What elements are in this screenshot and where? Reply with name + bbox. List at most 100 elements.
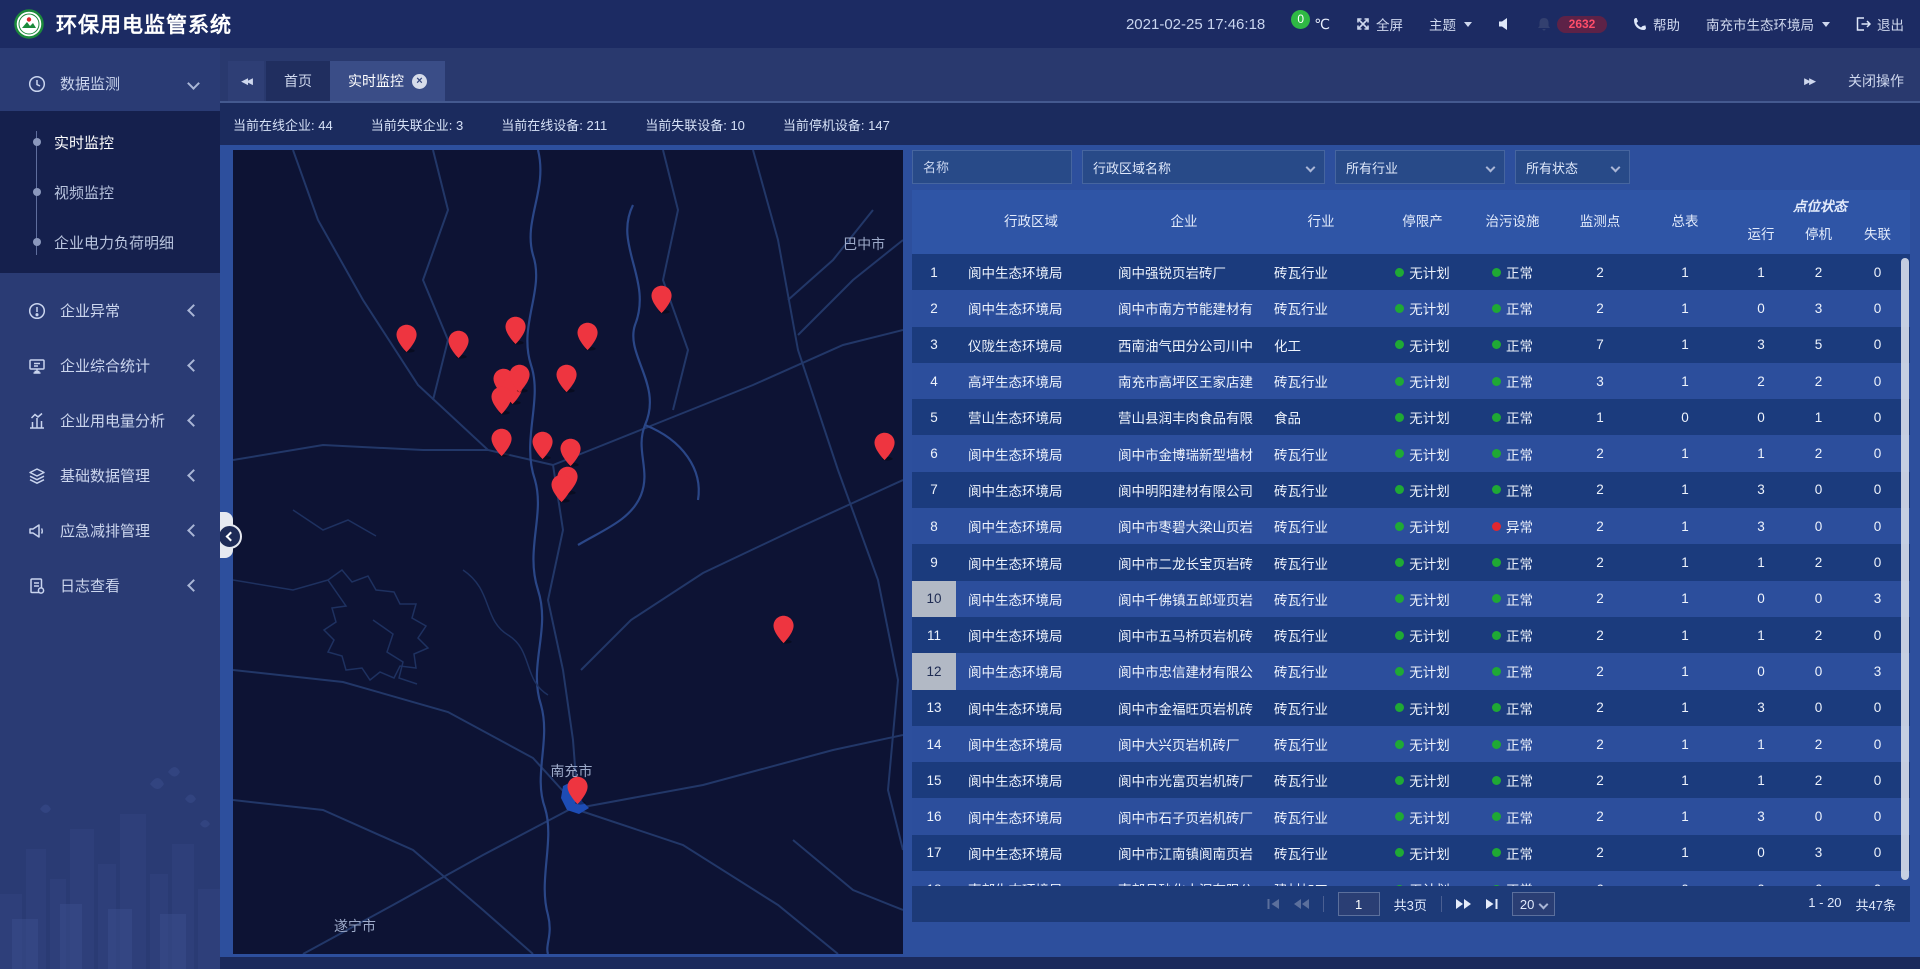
close-operations-button[interactable]: 关闭操作 (1848, 71, 1904, 91)
table-row[interactable]: 4 高坪生态环境局 南充市高坪区王家店建 砖瓦行业 无计划 正常 3 1 2 2… (912, 363, 1910, 399)
chevron-down-icon (1486, 162, 1496, 172)
tab-bar: ◀◀ 首页 实时监控 × ▶▶ 关闭操作 (220, 48, 1920, 103)
stop-status-dot (1395, 631, 1404, 640)
status-select[interactable]: 所有状态 (1515, 150, 1630, 184)
table-row[interactable]: 16 阆中生态环境局 阆中市石子页岩机砖厂 砖瓦行业 无计划 正常 2 1 3 … (912, 798, 1910, 834)
row-run-cell: 0 (1730, 871, 1792, 886)
name-search-input[interactable] (912, 150, 1072, 184)
row-index-cell: 6 (912, 435, 956, 471)
sidebar-collapse-button[interactable] (217, 524, 242, 549)
prev-page-button[interactable] (1294, 898, 1309, 910)
sidebar-item-label: 日志查看 (60, 575, 120, 596)
page-size-select[interactable]: 20 (1512, 892, 1555, 916)
notifications-button[interactable]: 2632 (1537, 16, 1607, 33)
sidebar-item-video-monitoring[interactable]: 视频监控 (0, 167, 220, 217)
tab-scroll-right-button[interactable]: ▶▶ (1804, 76, 1814, 87)
map-pin-icon[interactable] (551, 475, 572, 509)
map-pin-icon[interactable] (505, 316, 526, 350)
map-pin-icon[interactable] (491, 429, 512, 463)
stop-status-label: 无计划 (1409, 807, 1450, 827)
sidebar-item-label: 企业异常 (60, 300, 120, 321)
last-page-button[interactable] (1485, 898, 1498, 910)
row-facility-cell: 正常 (1465, 871, 1560, 886)
row-stop-cell: 无计划 (1380, 327, 1465, 363)
table-row[interactable]: 3 仪陇生态环境局 西南油气田分公司川中 化工 无计划 正常 7 1 3 5 0 (912, 327, 1910, 363)
sidebar-item-enterprise-anomaly[interactable]: 企业异常 (0, 283, 220, 338)
sidebar-item-enterprise-statistics[interactable]: 企业综合统计 (0, 338, 220, 393)
table-row[interactable]: 5 营山生态环境局 营山县润丰肉食品有限 食品 无计划 正常 1 0 0 1 0 (912, 399, 1910, 435)
table-row[interactable]: 7 阆中生态环境局 阆中明阳建材有限公司 砖瓦行业 无计划 正常 2 1 3 0… (912, 472, 1910, 508)
row-industry-cell: 砖瓦行业 (1262, 290, 1380, 326)
row-stop-cell: 无计划 (1380, 617, 1465, 653)
table-row[interactable]: 15 阆中生态环境局 阆中市光富页岩机砖厂 砖瓦行业 无计划 正常 2 1 1 … (912, 762, 1910, 798)
row-run-cell: 1 (1730, 544, 1792, 580)
map-pin-icon[interactable] (651, 286, 672, 320)
phone-icon (1633, 17, 1647, 31)
logout-label: 退出 (1877, 14, 1904, 34)
next-page-button[interactable] (1456, 898, 1471, 910)
facility-status-dot (1492, 268, 1501, 277)
table-row[interactable]: 11 阆中生态环境局 阆中市五马桥页岩机砖 砖瓦行业 无计划 正常 2 1 1 … (912, 617, 1910, 653)
tab-label: 首页 (284, 71, 312, 91)
map[interactable]: 巴中市南充市遂宁市 (233, 150, 903, 954)
table-row[interactable]: 12 阆中生态环境局 阆中市忠信建材有限公 砖瓦行业 无计划 正常 2 1 0 … (912, 653, 1910, 689)
page-input[interactable]: 1 (1338, 892, 1380, 916)
map-pin-icon[interactable] (578, 323, 599, 357)
facility-status-label: 正常 (1506, 444, 1533, 464)
table-row[interactable]: 17 阆中生态环境局 阆中市江南镇阆南页岩 砖瓦行业 无计划 正常 2 1 0 … (912, 835, 1910, 871)
map-pin-icon[interactable] (533, 431, 554, 465)
map-pin-icon[interactable] (509, 364, 530, 398)
tab-scroll-left-button[interactable]: ◀◀ (228, 61, 264, 101)
map-pin-icon[interactable] (568, 776, 589, 810)
table-row[interactable]: 13 阆中生态环境局 阆中市金福旺页岩机砖 砖瓦行业 无计划 正常 2 1 3 … (912, 690, 1910, 726)
table-row[interactable]: 14 阆中生态环境局 阆中大兴页岩机砖厂 砖瓦行业 无计划 正常 2 1 1 2… (912, 726, 1910, 762)
table-row[interactable]: 9 阆中生态环境局 阆中市二龙长宝页岩砖 砖瓦行业 无计划 正常 2 1 1 2… (912, 544, 1910, 580)
industry-select[interactable]: 所有行业 (1335, 150, 1505, 184)
help-button[interactable]: 帮助 (1633, 14, 1680, 34)
first-page-button[interactable] (1267, 898, 1280, 910)
sidebar-item-log-view[interactable]: 日志查看 (0, 558, 220, 613)
tab-close-icon[interactable]: × (412, 74, 427, 89)
sound-button[interactable] (1498, 18, 1511, 30)
row-meter-cell: 1 (1640, 617, 1730, 653)
table-scrollbar[interactable] (1901, 258, 1909, 880)
table-row[interactable]: 8 阆中生态环境局 阆中市枣碧大梁山页岩 砖瓦行业 无计划 异常 2 1 3 0… (912, 508, 1910, 544)
sidebar-item-realtime-monitoring[interactable]: 实时监控 (0, 117, 220, 167)
sidebar-item-emergency-reduction[interactable]: 应急减排管理 (0, 503, 220, 558)
facility-status-dot (1492, 594, 1501, 603)
table-row[interactable]: 2 阆中生态环境局 阆中市南方节能建材有 砖瓦行业 无计划 正常 2 1 0 3… (912, 290, 1910, 326)
row-index-cell: 14 (912, 726, 956, 762)
row-halt-cell: 2 (1792, 544, 1845, 580)
row-company-cell: 阆中市金博瑞新型墙材 (1106, 435, 1262, 471)
region-select[interactable]: 行政区域名称 (1082, 150, 1325, 184)
first-page-icon (1267, 898, 1280, 910)
logout-button[interactable]: 退出 (1856, 14, 1904, 34)
org-dropdown[interactable]: 南充市生态环境局 (1706, 14, 1830, 34)
table-row[interactable]: 1 阆中生态环境局 阆中强锐页岩砖厂 砖瓦行业 无计划 正常 2 1 1 2 0 (912, 254, 1910, 290)
row-company-cell: 阆中市忠信建材有限公 (1106, 653, 1262, 689)
tab-realtime-monitoring[interactable]: 实时监控 × (330, 61, 445, 101)
table-row[interactable]: 10 阆中生态环境局 阆中千佛镇五郎垭页岩 砖瓦行业 无计划 正常 2 1 0 … (912, 581, 1910, 617)
stop-status-dot (1395, 740, 1404, 749)
map-pin-icon[interactable] (874, 433, 895, 467)
map-pin-icon[interactable] (491, 386, 512, 420)
sidebar-item-electricity-analysis[interactable]: 企业用电量分析 (0, 393, 220, 448)
sidebar-item-basic-data[interactable]: 基础数据管理 (0, 448, 220, 503)
map-pin-icon[interactable] (773, 615, 794, 649)
row-stop-cell: 无计划 (1380, 363, 1465, 399)
map-pin-icon[interactable] (448, 331, 469, 365)
sidebar-item-power-load-detail[interactable]: 企业电力负荷明细 (0, 217, 220, 267)
map-pin-icon[interactable] (397, 324, 418, 358)
table-row[interactable]: 6 阆中生态环境局 阆中市金博瑞新型墙材 砖瓦行业 无计划 正常 2 1 1 2… (912, 435, 1910, 471)
row-industry-cell: 砖瓦行业 (1262, 435, 1380, 471)
row-run-cell: 3 (1730, 327, 1792, 363)
fullscreen-button[interactable]: 全屏 (1356, 14, 1403, 34)
row-points-cell: 2 (1560, 690, 1640, 726)
map-pin-icon[interactable] (557, 364, 578, 398)
theme-button[interactable]: 主题 (1429, 14, 1472, 34)
tab-home[interactable]: 首页 (266, 61, 330, 101)
row-facility-cell: 正常 (1465, 835, 1560, 871)
table-row[interactable]: 18 南部生态环境局 南部县砂化水泥有限公 建材加工 无计划 正常 6 0 0 … (912, 871, 1910, 886)
sidebar-item-data-monitoring[interactable]: 数据监测 (0, 56, 220, 111)
row-meter-cell: 1 (1640, 581, 1730, 617)
